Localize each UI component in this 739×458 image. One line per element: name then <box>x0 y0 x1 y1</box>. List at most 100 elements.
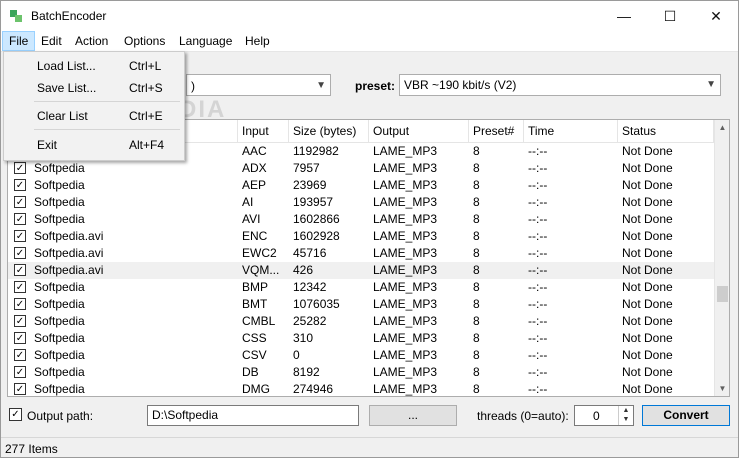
column-header-status[interactable]: Status <box>618 120 714 142</box>
column-header-input[interactable]: Input <box>238 120 289 142</box>
table-row[interactable]: ✓ Softpedia AI 193957 LAME_MP3 8 --:-- Not Done <box>8 194 714 211</box>
spin-down-icon[interactable]: ▼ <box>619 415 633 424</box>
row-checkbox[interactable]: ✓ <box>14 281 26 293</box>
format-select[interactable]: ) ▼ <box>186 74 331 96</box>
threads-spin[interactable]: ▲ ▼ <box>618 406 633 425</box>
row-time: --:-- <box>528 195 548 209</box>
row-checkbox[interactable]: ✓ <box>14 247 26 259</box>
close-button[interactable]: ✕ <box>693 1 738 31</box>
row-input: CMBL <box>242 314 276 328</box>
menu-item-save-list[interactable]: Save List... Ctrl+S <box>4 77 184 99</box>
menu-help[interactable]: Help <box>239 31 276 51</box>
row-checkbox[interactable]: ✓ <box>14 213 26 225</box>
row-status: Not Done <box>622 280 673 294</box>
menu-action[interactable]: Action <box>69 31 114 51</box>
menu-item-label: Save List... <box>37 81 97 95</box>
table-row[interactable]: ✓ Softpedia.avi VQM... 426 LAME_MP3 8 --:-- Not… <box>8 262 714 279</box>
row-status: Not Done <box>622 195 673 209</box>
table-row[interactable]: ✓ Softpedia BMT 1076035 LAME_MP3 8 --:-- Not Do… <box>8 296 714 313</box>
browse-button[interactable]: ... <box>369 405 457 426</box>
column-header-time[interactable]: Time <box>524 120 618 142</box>
menu-item-exit[interactable]: Exit Alt+F4 <box>4 134 184 156</box>
scroll-up-icon[interactable]: ▲ <box>715 120 729 135</box>
row-time: --:-- <box>528 365 548 379</box>
menu-options[interactable]: Options <box>118 31 171 51</box>
row-input: VQM... <box>242 263 280 277</box>
row-time: --:-- <box>528 212 548 226</box>
row-status: Not Done <box>622 382 673 396</box>
table-row[interactable]: ✓ Softpedia CSV 0 LAME_MP3 8 --:-- Not Done <box>8 347 714 364</box>
row-checkbox[interactable]: ✓ <box>14 230 26 242</box>
table-row[interactable]: ✓ Softpedia AEP 23969 LAME_MP3 8 --:-- Not Done <box>8 177 714 194</box>
row-checkbox[interactable]: ✓ <box>14 264 26 276</box>
row-size: 8192 <box>293 365 320 379</box>
row-checkbox[interactable]: ✓ <box>14 383 26 395</box>
minimize-button[interactable]: — <box>601 1 647 31</box>
row-size: 45716 <box>293 246 327 260</box>
row-file-name: Softpedia <box>34 331 85 345</box>
row-output: LAME_MP3 <box>373 178 438 192</box>
row-file-name: Softpedia <box>34 297 85 311</box>
app-window: BatchEncoder — ☐ ✕ File Edit Action Opti… <box>0 0 739 458</box>
spin-up-icon[interactable]: ▲ <box>619 406 633 415</box>
column-header-size[interactable]: Size (bytes) <box>289 120 369 142</box>
row-status: Not Done <box>622 348 673 362</box>
row-preset: 8 <box>473 280 480 294</box>
menu-edit[interactable]: Edit <box>35 31 68 51</box>
row-file-name: Softpedia.avi <box>34 246 104 260</box>
table-row[interactable]: ✓ Softpedia ADX 7957 LAME_MP3 8 --:-- Not Done <box>8 160 714 177</box>
scroll-down-icon[interactable]: ▼ <box>715 381 729 396</box>
row-size: 1602928 <box>293 229 340 243</box>
scroll-thumb[interactable] <box>717 286 728 302</box>
row-checkbox[interactable]: ✓ <box>14 196 26 208</box>
row-input: AAC <box>242 144 267 158</box>
row-file-name: Softpedia <box>34 280 85 294</box>
menu-item-clear-list[interactable]: Clear List Ctrl+E <box>4 105 184 127</box>
row-preset: 8 <box>473 382 480 396</box>
table-row[interactable]: ✓ Softpedia.avi ENC 1602928 LAME_MP3 8 --:-- No… <box>8 228 714 245</box>
table-row[interactable]: ✓ Softpedia BMP 12342 LAME_MP3 8 --:-- Not Done <box>8 279 714 296</box>
row-size: 23969 <box>293 178 327 192</box>
row-status: Not Done <box>622 297 673 311</box>
row-checkbox[interactable]: ✓ <box>14 349 26 361</box>
row-input: CSV <box>242 348 267 362</box>
row-checkbox[interactable]: ✓ <box>14 332 26 344</box>
preset-select[interactable]: VBR ~190 kbit/s (V2) ▼ <box>399 74 721 96</box>
table-row[interactable]: ✓ Softpedia AVI 1602866 LAME_MP3 8 --:-- Not Do… <box>8 211 714 228</box>
maximize-button[interactable]: ☐ <box>647 1 693 31</box>
menu-file[interactable]: File <box>2 31 36 51</box>
table-row[interactable]: ✓ Softpedia DMG 274946 LAME_MP3 8 --:-- Not Don… <box>8 381 714 396</box>
row-input: ENC <box>242 229 268 243</box>
row-status: Not Done <box>622 263 673 277</box>
threads-value: 0 <box>593 409 600 423</box>
threads-stepper[interactable]: 0 ▲ ▼ <box>574 405 634 426</box>
row-checkbox[interactable]: ✓ <box>14 366 26 378</box>
output-path-label: Output path: <box>27 409 94 423</box>
vertical-scrollbar[interactable]: ▲ ▼ <box>714 120 729 396</box>
row-size: 7957 <box>293 161 320 175</box>
table-row[interactable]: ✓ Softpedia.avi EWC2 45716 LAME_MP3 8 --:-- Not… <box>8 245 714 262</box>
row-checkbox[interactable]: ✓ <box>14 298 26 310</box>
column-header-output[interactable]: Output <box>369 120 469 142</box>
output-path-checkbox[interactable]: ✓ <box>9 408 22 421</box>
row-preset: 8 <box>473 229 480 243</box>
row-checkbox[interactable]: ✓ <box>14 162 26 174</box>
table-row[interactable]: ✓ Softpedia CSS 310 LAME_MP3 8 --:-- Not Done <box>8 330 714 347</box>
row-checkbox[interactable]: ✓ <box>14 179 26 191</box>
column-header-preset[interactable]: Preset# <box>469 120 524 142</box>
output-path-input[interactable]: D:\Softpedia <box>147 405 359 426</box>
row-output: LAME_MP3 <box>373 297 438 311</box>
preset-label: preset: <box>355 79 396 93</box>
row-input: AEP <box>242 178 267 192</box>
table-row[interactable]: ✓ Softpedia CMBL 25282 LAME_MP3 8 --:-- Not Don… <box>8 313 714 330</box>
convert-button[interactable]: Convert <box>642 405 730 426</box>
row-output: LAME_MP3 <box>373 212 438 226</box>
row-preset: 8 <box>473 195 480 209</box>
menu-item-load-list[interactable]: Load List... Ctrl+L <box>4 55 184 77</box>
table-row[interactable]: ✓ Softpedia DB 8192 LAME_MP3 8 --:-- Not Done <box>8 364 714 381</box>
row-checkbox[interactable]: ✓ <box>14 315 26 327</box>
row-output: LAME_MP3 <box>373 195 438 209</box>
menu-language[interactable]: Language <box>173 31 238 51</box>
row-file-name: Softpedia <box>34 195 85 209</box>
row-output: LAME_MP3 <box>373 280 438 294</box>
